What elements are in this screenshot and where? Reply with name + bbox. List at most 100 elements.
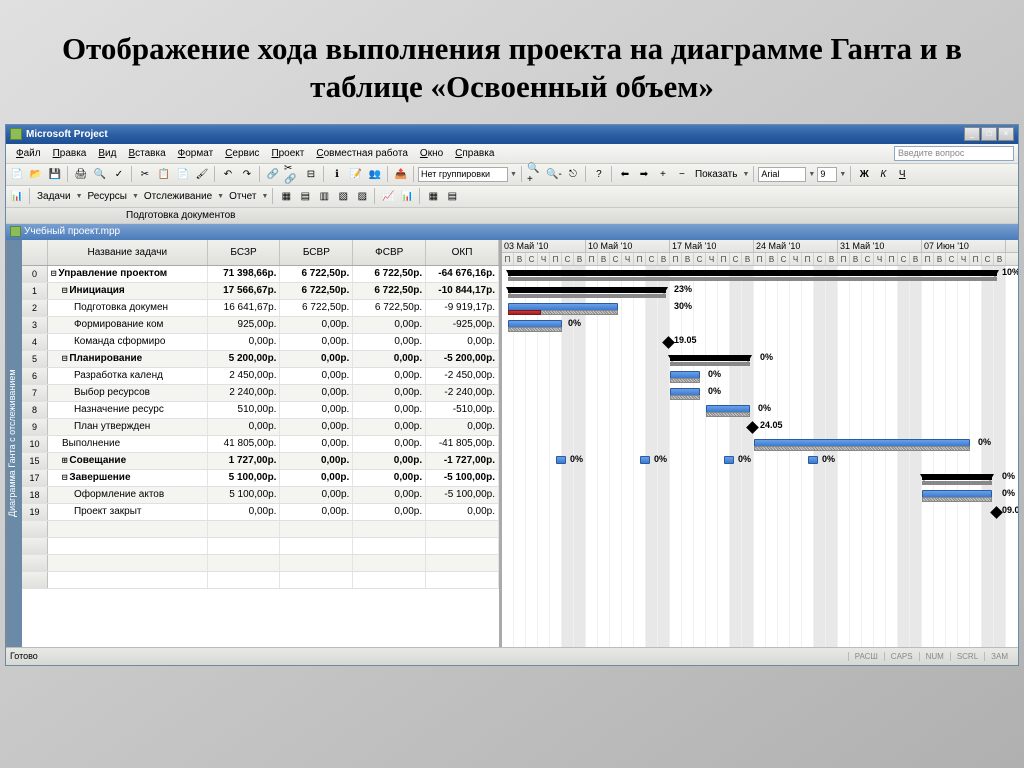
value-cell[interactable]: 0,00р. [353, 436, 426, 452]
table-row[interactable]: 17⊟Завершение5 100,00р.0,00р.0,00р.-5 10… [22, 470, 499, 487]
milestone-marker[interactable] [990, 506, 1003, 519]
split-icon[interactable]: ⊟ [302, 165, 320, 183]
view8-icon[interactable]: ▦ [424, 187, 442, 205]
row-number[interactable]: 19 [22, 504, 48, 520]
copy-icon[interactable]: 📋 [155, 165, 173, 183]
row-number[interactable]: 2 [22, 300, 48, 316]
spell-icon[interactable]: ✓ [110, 165, 128, 183]
value-cell[interactable]: 0,00р. [353, 504, 426, 520]
minimize-button[interactable]: _ [964, 127, 980, 141]
task-name-cell[interactable]: ⊞Совещание [48, 453, 208, 469]
menu-tools[interactable]: Сервис [219, 146, 265, 161]
table-row[interactable]: 0⊟Управление проектом71 398,66р.6 722,50… [22, 266, 499, 283]
row-number[interactable]: 9 [22, 419, 48, 435]
task-bar[interactable] [808, 456, 818, 464]
italic-icon[interactable]: К [874, 165, 892, 183]
gantt-row[interactable]: 0% [502, 385, 1018, 402]
row-number[interactable]: 1 [22, 283, 48, 299]
print-icon[interactable]: 🖨 [72, 165, 90, 183]
info-icon[interactable]: ℹ [328, 165, 346, 183]
row-number[interactable]: 10 [22, 436, 48, 452]
undo-icon[interactable]: ↶ [219, 165, 237, 183]
value-cell[interactable]: 0,00р. [353, 368, 426, 384]
paste-icon[interactable]: 📄 [174, 165, 192, 183]
value-cell[interactable]: -2 450,00р. [426, 368, 499, 384]
row-number[interactable]: 4 [22, 334, 48, 350]
task-name-cell[interactable]: Формирование ком [48, 317, 208, 333]
save-icon[interactable]: 💾 [46, 165, 64, 183]
view-label[interactable]: Диаграмма Ганта с отслеживанием [6, 240, 22, 647]
view5-icon[interactable]: ▨ [353, 187, 371, 205]
task-name-cell[interactable]: ⊟Завершение [48, 470, 208, 486]
summary-bar[interactable] [922, 474, 992, 480]
table-row[interactable]: 2Подготовка докумен16 641,67р.6 722,50р.… [22, 300, 499, 317]
menu-file[interactable]: Файл [10, 146, 47, 161]
gantt-row[interactable]: 0% [502, 351, 1018, 368]
value-cell[interactable]: 5 100,00р. [208, 487, 281, 503]
gantt-row[interactable]: 30% [502, 300, 1018, 317]
resources-btn[interactable]: Ресурсы [85, 191, 130, 202]
zoomout-icon[interactable]: 🔍- [545, 165, 563, 183]
summary-bar[interactable] [508, 287, 666, 293]
gantt-row[interactable]: 0% [502, 436, 1018, 453]
task-name-cell[interactable]: Разработка календ [48, 368, 208, 384]
gantt-row[interactable]: 0% [502, 470, 1018, 487]
value-cell[interactable]: -10 844,17р. [426, 283, 499, 299]
value-cell[interactable]: -510,00р. [426, 402, 499, 418]
value-cell[interactable]: -5 100,00р. [426, 487, 499, 503]
value-cell[interactable]: 0,00р. [353, 402, 426, 418]
value-cell[interactable]: 510,00р. [208, 402, 281, 418]
value-cell[interactable]: 2 450,00р. [208, 368, 281, 384]
gantt-row[interactable]: 23% [502, 283, 1018, 300]
showsubtasks-icon[interactable]: + [654, 165, 672, 183]
outdent-icon[interactable]: ⬅ [616, 165, 634, 183]
value-cell[interactable]: -41 805,00р. [426, 436, 499, 452]
value-cell[interactable]: 0,00р. [353, 487, 426, 503]
link-icon[interactable]: 🔗 [264, 165, 282, 183]
table-row[interactable]: 5⊟Планирование5 200,00р.0,00р.0,00р.-5 2… [22, 351, 499, 368]
task-name-cell[interactable]: Выбор ресурсов [48, 385, 208, 401]
close-button[interactable]: × [998, 127, 1014, 141]
gantt-row[interactable]: 0% [502, 317, 1018, 334]
view2-icon[interactable]: ▤ [296, 187, 314, 205]
value-cell[interactable]: 0,00р. [353, 317, 426, 333]
value-cell[interactable]: 0,00р. [280, 334, 353, 350]
maximize-button[interactable]: □ [981, 127, 997, 141]
redo-icon[interactable]: ↷ [238, 165, 256, 183]
row-number[interactable]: 7 [22, 385, 48, 401]
table-row[interactable]: 10Выполнение41 805,00р.0,00р.0,00р.-41 8… [22, 436, 499, 453]
show-label[interactable]: Показать [692, 169, 741, 180]
zoomin-icon[interactable]: 🔍+ [526, 165, 544, 183]
task-name-cell[interactable]: Выполнение [48, 436, 208, 452]
value-cell[interactable]: 6 722,50р. [353, 266, 426, 282]
open-icon[interactable]: 📂 [27, 165, 45, 183]
col-acwp[interactable]: ФСВР [353, 240, 426, 265]
help-icon[interactable]: ? [590, 165, 608, 183]
value-cell[interactable]: 0,00р. [426, 334, 499, 350]
tracking-btn[interactable]: Отслеживание [141, 191, 215, 202]
table-row[interactable]: 15⊞Совещание1 727,00р.0,00р.0,00р.-1 727… [22, 453, 499, 470]
menu-collab[interactable]: Совместная работа [310, 146, 414, 161]
table-row[interactable]: 1⊟Инициация17 566,67р.6 722,50р.6 722,50… [22, 283, 499, 300]
table-row[interactable]: 6Разработка календ2 450,00р.0,00р.0,00р.… [22, 368, 499, 385]
col-name[interactable]: Название задачи [48, 240, 208, 265]
value-cell[interactable]: 0,00р. [353, 419, 426, 435]
value-cell[interactable]: -5 100,00р. [426, 470, 499, 486]
value-cell[interactable]: 6 722,50р. [353, 283, 426, 299]
gantt-row[interactable]: 0% [502, 487, 1018, 504]
value-cell[interactable]: 925,00р. [208, 317, 281, 333]
value-cell[interactable]: -64 676,16р. [426, 266, 499, 282]
table-row[interactable]: 8Назначение ресурс510,00р.0,00р.0,00р.-5… [22, 402, 499, 419]
task-name-cell[interactable]: Назначение ресурс [48, 402, 208, 418]
table-body[interactable]: 0⊟Управление проектом71 398,66р.6 722,50… [22, 266, 499, 647]
col-bcwp[interactable]: БСВР [280, 240, 353, 265]
hidesubtasks-icon[interactable]: − [673, 165, 691, 183]
format-icon[interactable]: 🖌 [193, 165, 211, 183]
value-cell[interactable]: 6 722,50р. [280, 300, 353, 316]
underline-icon[interactable]: Ч [893, 165, 911, 183]
value-cell[interactable]: -2 240,00р. [426, 385, 499, 401]
view4-icon[interactable]: ▧ [334, 187, 352, 205]
publish-icon[interactable]: 📤 [392, 165, 410, 183]
gantt-row[interactable]: 24.05 [502, 419, 1018, 436]
task-name-cell[interactable]: ⊟Планирование [48, 351, 208, 367]
